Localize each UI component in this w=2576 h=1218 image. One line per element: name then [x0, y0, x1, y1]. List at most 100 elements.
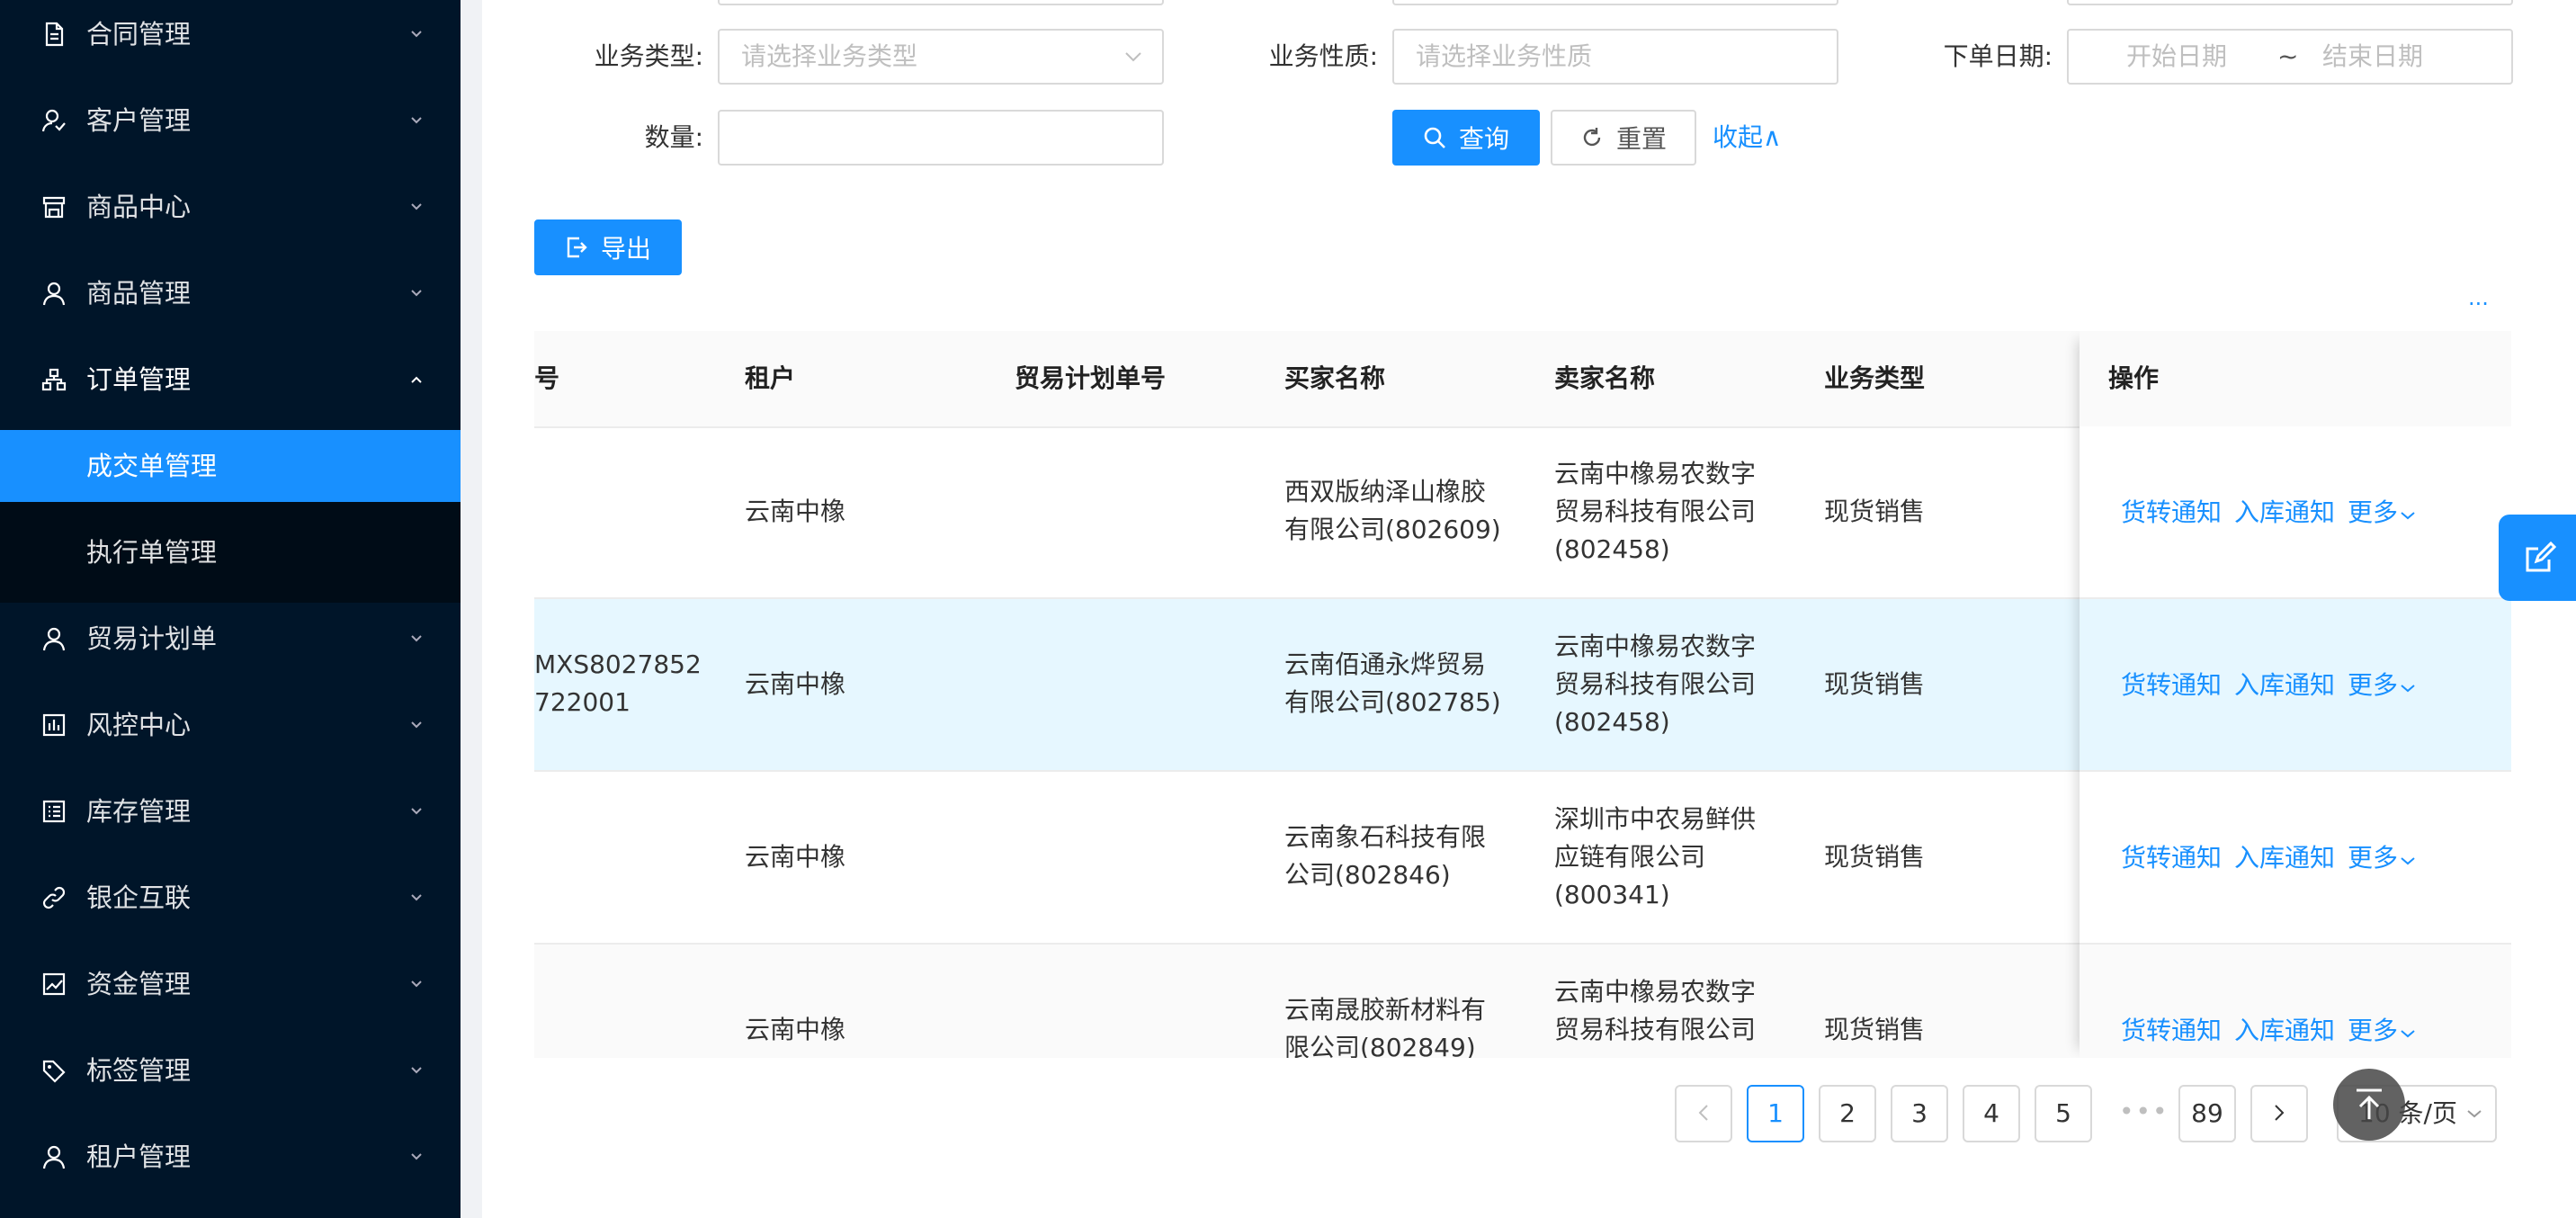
date-range-separator: ~	[2277, 41, 2299, 71]
order-date-label: 下单日期:	[1943, 41, 2053, 71]
more-actions-dropdown[interactable]: 更多	[2348, 666, 2416, 702]
sidebar-item-label: 合同管理	[86, 19, 192, 49]
pagination-page-last[interactable]: 89	[2178, 1085, 2236, 1142]
business-type-select[interactable]: 请选择业务类型	[718, 29, 1164, 85]
sidebar-item-customer[interactable]: 客户管理	[0, 77, 461, 164]
user-icon	[42, 1145, 66, 1169]
chevron-down-icon	[2401, 857, 2415, 865]
chevron-down-icon	[411, 721, 422, 729]
transfer-notice-link[interactable]: 货转通知	[2121, 1011, 2222, 1047]
sidebar-item-label: 资金管理	[86, 969, 192, 999]
inbound-notice-link[interactable]: 入库通知	[2234, 493, 2335, 529]
sidebar-item-tags[interactable]: 标签管理	[0, 1027, 461, 1114]
export-button-label: 导出	[600, 234, 651, 264]
chevron-down-icon	[411, 635, 422, 642]
pagination-prev-button[interactable]	[1675, 1085, 1732, 1142]
order-date-range-picker[interactable]: 开始日期 ~ 结束日期	[2067, 29, 2513, 85]
arrow-up-icon	[2357, 1088, 2382, 1119]
buyer-cell: 云南晟胶新材料有 限公司(802849)	[1284, 995, 1487, 1058]
chevron-down-icon	[2401, 1030, 2415, 1038]
chevron-down-icon	[411, 31, 422, 38]
business-type-cell: 现货销售	[1824, 1015, 1926, 1044]
risk-icon	[42, 713, 66, 737]
buyer-cell: 云南象石科技有限 公司(802846)	[1284, 822, 1487, 890]
export-button[interactable]: 导出	[534, 219, 682, 275]
floating-edit-button[interactable]	[2499, 515, 2576, 601]
pagination-page-4[interactable]: 4	[1963, 1085, 2020, 1142]
sidebar-item-product-management[interactable]: 商品管理	[0, 250, 461, 336]
filter-input-partial[interactable]	[718, 0, 1164, 5]
sidebar-item-label: 贸易计划单	[86, 623, 218, 654]
quantity-input[interactable]	[718, 110, 1164, 166]
tenant-cell: 云南中橡	[745, 669, 846, 699]
operations-cell: 货转通知 入库通知 更多	[2080, 599, 2511, 772]
filter-input-partial[interactable]	[2067, 0, 2513, 5]
pagination-page-1[interactable]: 1	[1747, 1085, 1804, 1142]
pagination-page-2[interactable]: 2	[1819, 1085, 1876, 1142]
chevron-down-icon	[411, 117, 422, 124]
buyer-cell: 云南佰通永烨贸易 有限公司(802785)	[1284, 649, 1501, 717]
pagination-page-5[interactable]: 5	[2035, 1085, 2092, 1142]
hierarchy-icon	[41, 368, 67, 391]
submenu-item-execution-orders[interactable]: 执行单管理	[0, 516, 461, 588]
reset-button[interactable]: 重置	[1551, 110, 1696, 166]
chevron-down-icon	[2401, 685, 2415, 693]
sidebar-item-inventory[interactable]: 库存管理	[0, 768, 461, 855]
sidebar-item-bank-link[interactable]: 银企互联	[0, 855, 461, 941]
sidebar-item-risk-control[interactable]: 风控中心	[0, 682, 461, 768]
start-date-input[interactable]: 开始日期	[2126, 31, 2227, 83]
transfer-notice-link[interactable]: 货转通知	[2121, 493, 2222, 529]
export-icon	[567, 237, 587, 258]
chevron-left-icon	[1698, 1105, 1708, 1121]
query-button[interactable]: 查询	[1392, 110, 1540, 166]
submenu-item-label: 执行单管理	[86, 537, 218, 568]
transfer-notice-link[interactable]: 货转通知	[2121, 838, 2222, 874]
pagination-ellipsis[interactable]: •••	[2119, 1085, 2169, 1142]
transfer-notice-link[interactable]: 货转通知	[2121, 666, 2222, 702]
sidebar-item-label: 风控中心	[86, 710, 192, 740]
submenu-item-deal-orders[interactable]: 成交单管理	[0, 430, 461, 502]
operations-cell: 货转通知 入库通知 更多	[2080, 945, 2511, 1058]
sidebar-item-trade-plan[interactable]: 贸易计划单	[0, 596, 461, 682]
submenu-item-label: 成交单管理	[86, 451, 218, 481]
back-to-top-button[interactable]	[2333, 1069, 2405, 1141]
more-actions-dropdown[interactable]: 更多	[2348, 493, 2416, 529]
sidebar-item-tenants[interactable]: 租户管理	[0, 1114, 461, 1200]
end-date-input[interactable]: 结束日期	[2322, 31, 2423, 83]
sidebar-menu: 合同管理 客户管理 商品中心 商品管理 订单管理 成交单管理 执行单管理 贸易计…	[0, 0, 461, 1218]
inbound-notice-link[interactable]: 入库通知	[2234, 666, 2335, 702]
filter-input-partial[interactable]	[1392, 0, 1838, 5]
tenant-cell: 云南中橡	[745, 842, 846, 872]
chevron-down-icon	[411, 981, 422, 988]
sidebar-item-label: 银企互联	[86, 882, 192, 913]
store-icon	[42, 196, 66, 219]
sidebar-item-product-center[interactable]: 商品中心	[0, 164, 461, 250]
sidebar-item-contract[interactable]: 合同管理	[0, 0, 461, 77]
tenant-cell: 云南中橡	[745, 497, 846, 526]
link-icon	[42, 886, 66, 909]
business-nature-input[interactable]: 请选择业务性质	[1392, 29, 1838, 85]
reset-button-label: 重置	[1615, 124, 1667, 154]
chevron-down-icon	[411, 290, 422, 297]
list-icon	[42, 800, 66, 823]
users-icon	[41, 109, 66, 132]
more-actions-dropdown[interactable]: 更多	[2348, 838, 2416, 874]
main-content: 业务类型: 请选择业务类型 业务性质: 请选择业务性质 下单日期: 开始日期 ~…	[482, 0, 2576, 1218]
business-type-cell: 现货销售	[1824, 669, 1926, 699]
sidebar-item-label: 租户管理	[86, 1142, 192, 1172]
inbound-notice-link[interactable]: 入库通知	[2234, 838, 2335, 874]
edit-icon	[2526, 541, 2557, 572]
column-settings-icon[interactable]: ···	[2468, 291, 2489, 317]
sidebar-item-order-management[interactable]: 订单管理	[0, 336, 461, 423]
column-header-operations: 操作	[2108, 363, 2160, 393]
pagination-page-3[interactable]: 3	[1891, 1085, 1948, 1142]
column-header-business-type: 业务类型	[1824, 363, 1926, 393]
collapse-filters-link[interactable]: 收起∧	[1713, 110, 1782, 166]
chart-line-icon	[42, 972, 66, 996]
pagination-next-button[interactable]	[2250, 1085, 2308, 1142]
sidebar-item-funds[interactable]: 资金管理	[0, 941, 461, 1027]
deal-orders-table: 号 租户 贸易计划单号 买家名称 卖家名称 业务类型 云南中橡 西双版纳泽山橡胶…	[534, 331, 2511, 1058]
column-header-tenant: 租户	[745, 363, 796, 393]
more-actions-dropdown[interactable]: 更多	[2348, 1011, 2416, 1047]
inbound-notice-link[interactable]: 入库通知	[2234, 1011, 2335, 1047]
